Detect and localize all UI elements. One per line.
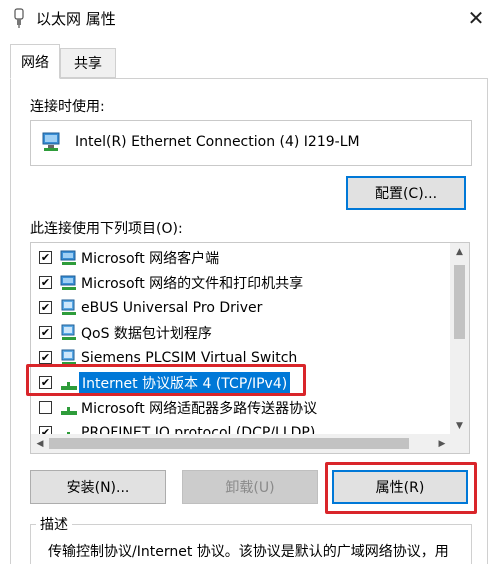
horizontal-scroll-thumb[interactable] (49, 438, 409, 449)
window-title: 以太网 属性 (36, 10, 116, 28)
close-button[interactable]: ✕ (458, 2, 494, 34)
horizontal-scrollbar[interactable]: ◀ ▶ (31, 434, 451, 453)
network-adapter-icon (14, 8, 24, 28)
list-item-checkbox[interactable]: ✔ (39, 326, 52, 339)
service-icon (61, 324, 76, 340)
scrollbar-corner (450, 434, 469, 453)
list-item[interactable]: ✔ Siemens PLCSIM Virtual Switch (31, 345, 451, 370)
properties-button-label: 属性(R) (375, 480, 425, 496)
list-item[interactable]: Microsoft 网络适配器多路传送器协议 (31, 395, 451, 420)
list-item[interactable]: ✔ QoS 数据包计划程序 (31, 320, 451, 345)
connect-using-label: 连接时使用: (30, 99, 105, 115)
network-client-icon (60, 250, 76, 265)
tab-sharing-label: 共享 (74, 56, 102, 72)
tab-sharing[interactable]: 共享 (60, 48, 116, 78)
components-list-viewport: ✔ Microsoft 网络客户端 ✔ Microsoft 网络的文件和打印机共享 ✔ e… (31, 243, 451, 435)
list-item[interactable]: ✔ eBUS Universal Pro Driver (31, 295, 451, 320)
install-button-label: 安装(N)... (66, 480, 130, 496)
list-item-label: Microsoft 网络的文件和打印机共享 (81, 275, 304, 292)
configure-button[interactable]: 配置(C)... (346, 176, 466, 210)
file-printer-sharing-icon (60, 275, 76, 290)
tab-network-label: 网络 (21, 54, 49, 71)
uninstall-button[interactable]: 卸载(U) (182, 470, 318, 504)
list-item-checkbox[interactable]: ✔ (39, 276, 52, 289)
ethernet-adapter-icon (42, 132, 60, 151)
list-item-label: Siemens PLCSIM Virtual Switch (81, 349, 298, 366)
service-icon (61, 349, 76, 365)
uninstall-button-label: 卸载(U) (225, 480, 275, 496)
list-item[interactable]: ✔ Microsoft 网络的文件和打印机共享 (31, 270, 451, 295)
list-item-label: eBUS Universal Pro Driver (81, 299, 263, 316)
list-item-checkbox[interactable]: ✔ (39, 251, 52, 264)
scroll-down-arrow-icon[interactable]: ▼ (450, 417, 469, 435)
scroll-left-arrow-icon[interactable]: ◀ (31, 434, 49, 453)
properties-dialog: 以太网 属性 ✕ 网络 共享 连接时使用: Intel(R) Ethernet … (0, 0, 500, 564)
vertical-scrollbar[interactable]: ▲ ▼ (450, 243, 469, 435)
list-item-label: Microsoft 网络适配器多路传送器协议 (81, 400, 318, 417)
list-item-checkbox[interactable]: ✔ (39, 351, 52, 364)
service-icon (61, 299, 76, 315)
adapter-name: Intel(R) Ethernet Connection (4) I219-LM (75, 134, 360, 150)
close-icon: ✕ (467, 6, 485, 30)
components-list: ✔ Microsoft 网络客户端 ✔ Microsoft 网络的文件和打印机共享 ✔ e… (30, 242, 470, 454)
list-item-checkbox[interactable]: ✔ (39, 301, 52, 314)
list-item-checkbox[interactable]: ✔ (39, 376, 52, 389)
list-item-label: QoS 数据包计划程序 (81, 325, 212, 342)
description-legend: 描述 (36, 514, 72, 534)
vertical-scroll-thumb[interactable] (454, 265, 465, 339)
configure-button-label: 配置(C)... (374, 186, 438, 202)
tab-network[interactable]: 网络 (10, 44, 60, 79)
list-item[interactable]: ✔ Internet 协议版本 4 (TCP/IPv4) (31, 370, 451, 395)
description-text: 传输控制协议/Internet 协议。该协议是默认的广域网络协议，用 (48, 544, 449, 560)
list-item-checkbox[interactable] (39, 401, 52, 414)
install-button[interactable]: 安装(N)... (30, 470, 166, 504)
properties-button[interactable]: 属性(R) (332, 470, 468, 504)
protocol-icon (61, 381, 77, 390)
protocol-icon (61, 406, 77, 415)
list-item[interactable]: ✔ PROFINET IO protocol (DCP/LLDP) (31, 420, 451, 435)
scroll-right-arrow-icon[interactable]: ▶ (433, 434, 451, 453)
adapter-box: Intel(R) Ethernet Connection (4) I219-LM (30, 120, 472, 166)
list-item-label: Internet 协议版本 4 (TCP/IPv4) (79, 371, 291, 394)
scroll-up-arrow-icon[interactable]: ▲ (450, 243, 469, 261)
items-list-label: 此连接使用下列项目(O): (30, 221, 183, 237)
list-item-label: Microsoft 网络客户端 (81, 250, 220, 267)
list-item[interactable]: ✔ Microsoft 网络客户端 (31, 245, 451, 270)
title-bar: 以太网 属性 ✕ (0, 0, 500, 36)
